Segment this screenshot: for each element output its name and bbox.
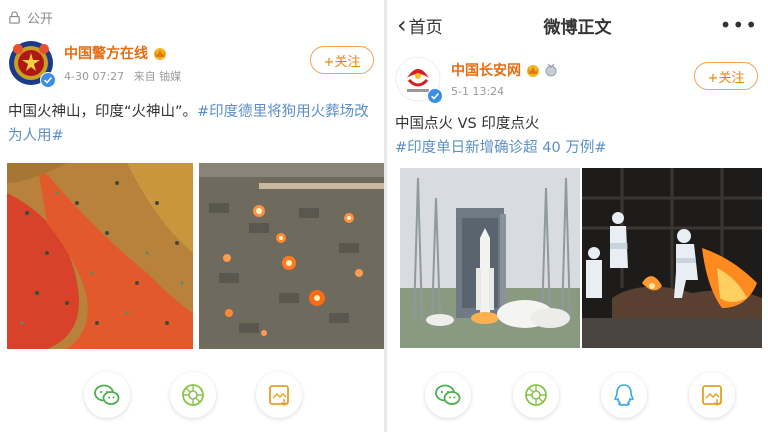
wechat-icon bbox=[94, 384, 120, 405]
more-options-icon[interactable]: ••• bbox=[720, 13, 758, 37]
visibility-bar: 公开 bbox=[0, 0, 384, 34]
verified-badge-icon bbox=[427, 88, 443, 104]
back-label: 首页 bbox=[408, 17, 443, 38]
follow-button[interactable]: +关注 bbox=[310, 46, 374, 74]
share-actions bbox=[0, 372, 384, 418]
crown-badge-icon bbox=[154, 47, 166, 60]
visibility-label: 公开 bbox=[27, 11, 54, 27]
hashtag-link[interactable]: #印度单日新增确诊超 40 万例# bbox=[395, 136, 760, 160]
moments-icon bbox=[525, 384, 547, 406]
post-image-1[interactable] bbox=[7, 163, 193, 349]
follow-button[interactable]: +关注 bbox=[694, 62, 758, 90]
avatar[interactable] bbox=[395, 56, 443, 104]
verified-badge-icon bbox=[40, 72, 56, 88]
right-post-panel: ‹ 首页 微博正文 ••• 中国长安网 5-1 13:24 +关注 中国点火 V… bbox=[387, 0, 768, 432]
nav-bar: ‹ 首页 微博正文 ••• bbox=[387, 0, 768, 50]
share-wechat-button[interactable] bbox=[84, 372, 130, 418]
aerial-cremation-image-icon bbox=[7, 163, 193, 349]
left-post-panel: 公开 中国警方在线 4-30 07:27 来自 铀媒 +关注 中国火神山，印度“… bbox=[0, 0, 384, 432]
save-image-button[interactable] bbox=[256, 372, 302, 418]
image-grid bbox=[400, 168, 762, 348]
image-grid bbox=[7, 163, 384, 349]
post-source: 来自 铀媒 bbox=[133, 69, 182, 83]
post-author-header: 中国长安网 5-1 13:24 +关注 bbox=[387, 50, 768, 108]
moments-icon bbox=[182, 384, 204, 406]
save-image-button[interactable] bbox=[689, 372, 735, 418]
post-image-2[interactable] bbox=[199, 163, 384, 349]
share-qq-button[interactable] bbox=[601, 372, 647, 418]
crown-badge-icon bbox=[527, 65, 539, 77]
post-text-main: 中国点火 VS 印度点火 bbox=[395, 116, 540, 132]
share-moments-button[interactable] bbox=[513, 372, 559, 418]
post-text: 中国点火 VS 印度点火 #印度单日新增确诊超 40 万例# bbox=[387, 112, 768, 160]
back-button[interactable]: ‹ 首页 bbox=[397, 13, 443, 38]
share-moments-button[interactable] bbox=[170, 372, 216, 418]
post-author-header: 中国警方在线 4-30 07:27 来自 铀媒 +关注 bbox=[0, 34, 384, 92]
chevron-left-icon: ‹ bbox=[397, 11, 407, 39]
post-image-1[interactable] bbox=[400, 168, 580, 348]
page-title: 微博正文 bbox=[543, 18, 612, 38]
save-image-icon bbox=[702, 385, 722, 407]
post-text: 中国火神山，印度“火神山”。#印度德里将狗用火葬场改为人用# bbox=[0, 100, 384, 148]
share-actions bbox=[387, 372, 768, 418]
cremation-fire-image-icon bbox=[582, 168, 762, 348]
share-wechat-button[interactable] bbox=[425, 372, 471, 418]
wechat-icon bbox=[435, 384, 461, 405]
post-date: 5-1 13:24 bbox=[451, 85, 505, 98]
lock-icon bbox=[9, 10, 20, 24]
author-name[interactable]: 中国长安网 bbox=[451, 60, 521, 80]
rocket-launch-image-icon bbox=[400, 168, 580, 348]
post-date: 4-30 07:27 bbox=[64, 69, 125, 83]
post-image-2[interactable] bbox=[582, 168, 762, 348]
author-name[interactable]: 中国警方在线 bbox=[64, 43, 148, 63]
medal-badge-icon bbox=[545, 63, 557, 77]
qq-icon bbox=[614, 384, 634, 406]
save-image-icon bbox=[269, 385, 289, 407]
avatar[interactable] bbox=[8, 40, 56, 88]
night-cremation-image-icon bbox=[199, 163, 384, 349]
post-text-main: 中国火神山，印度“火神山”。 bbox=[8, 104, 198, 120]
